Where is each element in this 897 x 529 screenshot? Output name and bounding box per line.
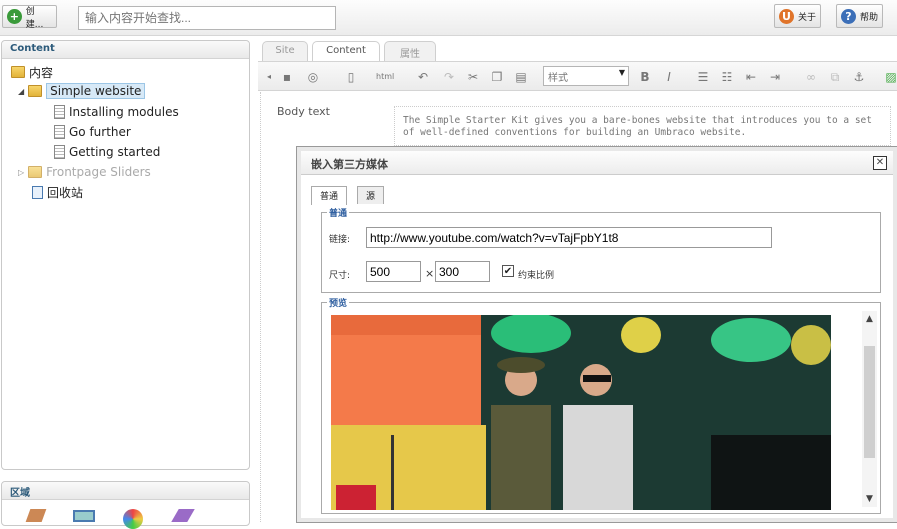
about-label: 关于 xyxy=(798,12,817,23)
document-icon xyxy=(54,105,65,119)
toolbar-arrow-icon[interactable]: ◂ xyxy=(262,70,276,84)
embed-media-dialog: 嵌入第三方媒体 ✕ 普通 源 普通 链接: 尺寸: × ✔ 约束比例 预览 xyxy=(297,147,897,522)
bullet-list-icon[interactable]: ☰ xyxy=(696,70,710,84)
tree-item-getting-started[interactable]: Getting started xyxy=(54,143,160,161)
tree-root-label: 内容 xyxy=(29,65,54,80)
rich-text-editor[interactable]: The Simple Starter Kit gives you a bare-… xyxy=(394,106,891,146)
tree-item-label: Installing modules xyxy=(69,105,179,119)
outdent-icon[interactable]: ⇤ xyxy=(744,70,758,84)
scroll-thumb[interactable] xyxy=(864,346,875,458)
help-label: 帮助 xyxy=(860,12,879,23)
times-sign: × xyxy=(425,267,435,280)
document-icon xyxy=(54,145,65,159)
style-select[interactable]: 样式 ▼ xyxy=(543,66,629,86)
editor-toolbar: ◂ ▪ ◎ ▯ html ↶ ↷ ✂ ❐ ▤ 样式 ▼ B I ☰ ☷ ⇤ ⇥ … xyxy=(258,61,897,91)
folder-icon xyxy=(28,85,43,97)
style-select-value: 样式 xyxy=(548,73,568,84)
save-publish-icon[interactable]: ◎ xyxy=(306,70,320,84)
preview-icon[interactable]: ▯ xyxy=(344,70,358,84)
umbraco-logo-icon: U xyxy=(779,8,794,24)
collapse-arrow-icon[interactable]: ▷ xyxy=(18,168,24,177)
plus-icon: + xyxy=(7,9,22,24)
numbered-list-icon[interactable]: ☷ xyxy=(720,70,734,84)
tree-item-go-further[interactable]: Go further xyxy=(54,123,131,141)
size-label: 尺寸: xyxy=(329,271,351,281)
document-icon xyxy=(54,125,65,139)
tree-item-installing-modules[interactable]: Installing modules xyxy=(54,103,179,121)
tree-item-label: Go further xyxy=(69,125,131,139)
url-label: 链接: xyxy=(329,235,351,245)
create-label: 创建... xyxy=(25,6,44,30)
preview-legend: 预览 xyxy=(327,296,350,309)
general-legend: 普通 xyxy=(327,206,350,219)
sections-panel-title: 区域 xyxy=(2,482,249,500)
tree-item-recycle-bin[interactable]: 回收站 xyxy=(32,183,83,201)
image-icon[interactable]: ▨ xyxy=(884,70,897,84)
expand-arrow-icon[interactable]: ◢ xyxy=(18,87,24,96)
body-text-label: Body text xyxy=(277,105,330,118)
media-section-icon[interactable] xyxy=(73,510,95,522)
top-bar: + 创建... U 关于 ? 帮助 xyxy=(0,0,897,36)
tree-item-simple-website[interactable]: ◢ Simple website xyxy=(18,82,146,100)
tree-item-label: 回收站 xyxy=(47,185,84,200)
search-input[interactable] xyxy=(78,6,336,30)
scroll-down-icon[interactable]: ▼ xyxy=(862,494,877,504)
tree-item-frontpage-sliders[interactable]: ▷ Frontpage Sliders xyxy=(18,163,151,181)
folder-icon xyxy=(28,166,43,178)
general-fieldset: 普通 链接: 尺寸: × ✔ 约束比例 xyxy=(321,206,881,293)
recycle-bin-icon xyxy=(32,185,43,199)
indent-icon[interactable]: ⇥ xyxy=(768,70,782,84)
close-icon[interactable]: ✕ xyxy=(873,156,887,170)
tree-item-label: Simple website xyxy=(46,83,146,99)
paste-icon[interactable]: ▤ xyxy=(514,70,528,84)
unlink-icon[interactable]: ⧉ xyxy=(828,70,842,84)
body-text-content: The Simple Starter Kit gives you a bare-… xyxy=(403,115,872,138)
link-icon[interactable]: ∞ xyxy=(804,70,818,84)
italic-icon[interactable]: I xyxy=(662,70,676,84)
anchor-icon[interactable]: ⚓ xyxy=(852,70,866,84)
help-button[interactable]: ? 帮助 xyxy=(836,4,883,28)
tab-properties[interactable]: 属性 xyxy=(384,41,436,61)
tab-site[interactable]: Site xyxy=(262,41,308,61)
width-input[interactable] xyxy=(366,261,421,282)
save-icon[interactable]: ▪ xyxy=(280,70,294,84)
tab-source[interactable]: 源 xyxy=(357,186,385,204)
bold-icon[interactable]: B xyxy=(638,70,652,84)
tab-general[interactable]: 普通 xyxy=(311,186,348,205)
copy-icon[interactable]: ❐ xyxy=(490,70,504,84)
create-button[interactable]: + 创建... xyxy=(2,5,57,30)
undo-icon[interactable]: ↶ xyxy=(416,70,430,84)
preview-scrollbar[interactable]: ▲ ▼ xyxy=(862,311,877,507)
about-button[interactable]: U 关于 xyxy=(774,4,821,28)
help-icon: ? xyxy=(841,8,856,24)
dialog-title-bar: 嵌入第三方媒体 ✕ xyxy=(301,151,893,175)
tree-item-label: Getting started xyxy=(69,145,161,159)
tree-root[interactable]: 内容 xyxy=(11,63,53,81)
redo-icon[interactable]: ↷ xyxy=(442,70,456,84)
tree-item-label: Frontpage Sliders xyxy=(46,165,151,179)
settings-section-icon[interactable] xyxy=(123,509,143,529)
chevron-down-icon: ▼ xyxy=(618,68,625,77)
constrain-checkbox[interactable]: ✔ xyxy=(502,265,514,277)
dialog-title: 嵌入第三方媒体 xyxy=(311,158,388,171)
constrain-label: 约束比例 xyxy=(518,271,555,281)
cut-icon[interactable]: ✂ xyxy=(466,70,480,84)
height-input[interactable] xyxy=(435,261,490,282)
folder-icon xyxy=(11,66,25,78)
video-frame-image xyxy=(331,315,831,510)
content-panel-title: Content xyxy=(2,41,249,59)
scroll-up-icon[interactable]: ▲ xyxy=(862,314,877,324)
video-preview[interactable] xyxy=(331,315,831,510)
url-input[interactable] xyxy=(366,227,772,248)
tab-content[interactable]: Content xyxy=(312,41,380,61)
code-icon[interactable]: html xyxy=(376,70,394,84)
